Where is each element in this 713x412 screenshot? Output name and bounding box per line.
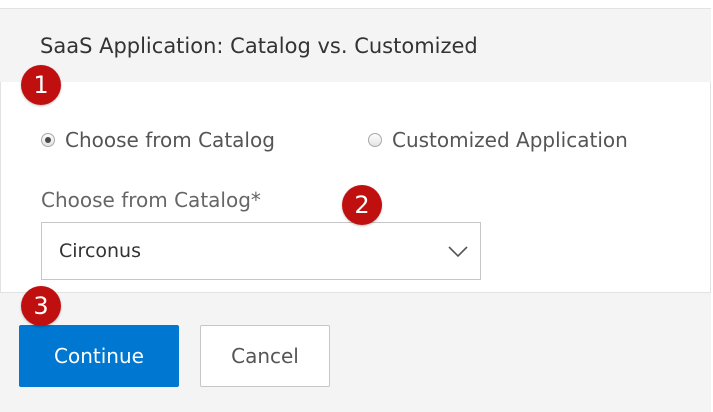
radio-choose-from-catalog[interactable]: Choose from Catalog <box>41 125 275 155</box>
catalog-select[interactable]: Circonus <box>41 222 481 280</box>
radio-customized-application[interactable]: Customized Application <box>368 125 628 155</box>
step-badge-1: 1 <box>21 65 61 105</box>
radio-label-customized-application: Customized Application <box>392 128 628 152</box>
radio-selected-icon[interactable] <box>41 133 55 147</box>
radio-unselected-icon[interactable] <box>368 133 382 147</box>
dialog-title: SaaS Application: Catalog vs. Customized <box>40 34 478 58</box>
cancel-button[interactable]: Cancel <box>200 325 330 387</box>
catalog-field-label: Choose from Catalog* <box>41 188 261 212</box>
step-badge-3: 3 <box>21 286 61 326</box>
radio-label-choose-from-catalog: Choose from Catalog <box>65 128 275 152</box>
saas-application-dialog: SaaS Application: Catalog vs. Customized… <box>0 0 713 412</box>
chevron-down-icon[interactable] <box>446 241 470 261</box>
step-badge-2: 2 <box>342 185 382 225</box>
catalog-selected-value: Circonus <box>59 240 141 262</box>
continue-button[interactable]: Continue <box>19 325 179 387</box>
